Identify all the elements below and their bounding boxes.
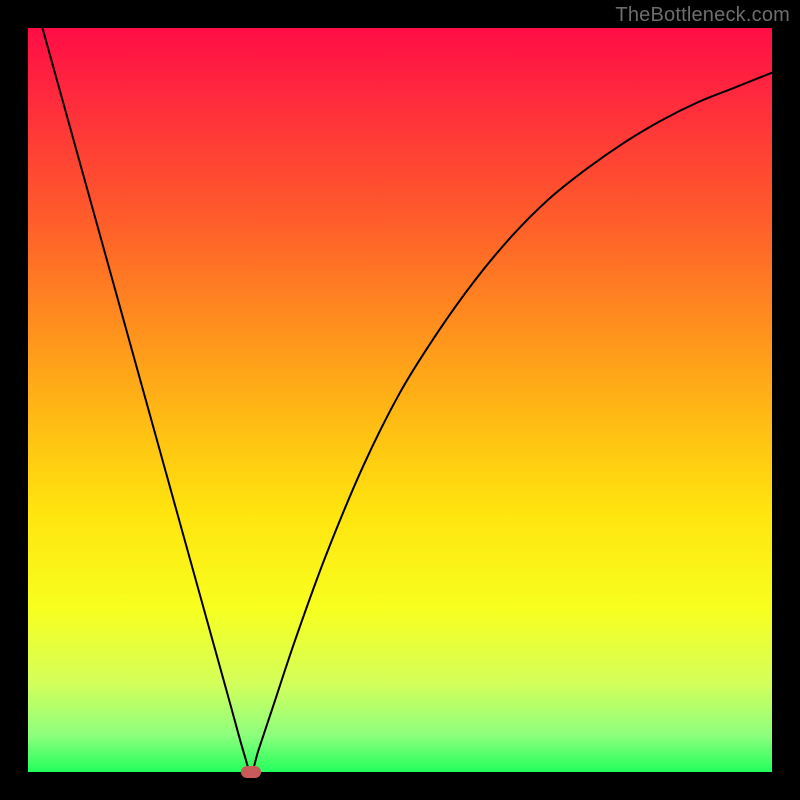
plot-area bbox=[28, 28, 772, 772]
minimum-marker bbox=[241, 766, 261, 778]
curve-path bbox=[28, 0, 772, 772]
watermark-text: TheBottleneck.com bbox=[615, 4, 790, 27]
chart-frame: TheBottleneck.com bbox=[0, 0, 800, 800]
bottleneck-curve bbox=[28, 28, 772, 772]
